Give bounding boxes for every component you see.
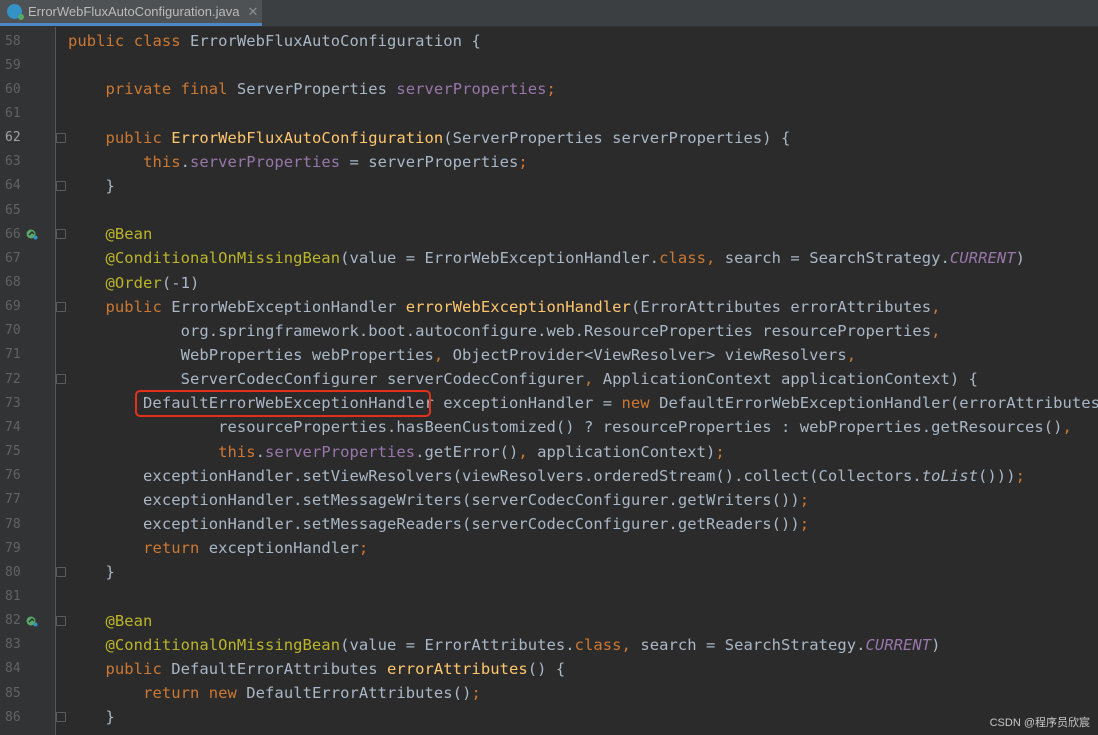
code-line[interactable]: 67 @ConditionalOnMissingBean(value = Err…: [0, 246, 1098, 270]
fold-marker-icon[interactable]: [56, 301, 66, 312]
code-text: @Bean: [105, 611, 153, 630]
code-text: }: [68, 176, 115, 195]
line-number[interactable]: 83: [5, 637, 25, 652]
line-number[interactable]: 78: [5, 517, 25, 532]
code-text: @Order(-1): [105, 273, 200, 292]
code-line[interactable]: 75 this.serverProperties.getError(), app…: [0, 440, 1098, 464]
line-number[interactable]: 75: [5, 444, 25, 459]
watermark: CSDN @程序员欣宸: [989, 717, 1090, 729]
fold-marker-icon[interactable]: [56, 712, 66, 723]
code-line[interactable]: 64 }: [0, 174, 1098, 198]
line-number[interactable]: 82: [5, 613, 25, 628]
code-line[interactable]: 72 ServerCodecConfigurer serverCodecConf…: [0, 367, 1098, 391]
code-line[interactable]: 76 exceptionHandler.setViewResolvers(vie…: [0, 464, 1098, 488]
line-number[interactable]: 85: [5, 686, 25, 701]
code-text: WebProperties webProperties, ObjectProvi…: [68, 345, 857, 364]
line-number[interactable]: 71: [5, 347, 25, 362]
code-text: public DefaultErrorAttributes errorAttri…: [105, 659, 566, 678]
code-text: exceptionHandler.setViewResolvers(viewRe…: [68, 466, 1025, 485]
code-text: return new DefaultErrorAttributes();: [143, 684, 481, 703]
code-line[interactable]: 61: [0, 101, 1098, 125]
code-line[interactable]: 81: [0, 584, 1098, 608]
line-number[interactable]: 79: [5, 541, 25, 556]
code-line[interactable]: 66 @Bean: [0, 222, 1098, 246]
line-number[interactable]: 77: [5, 492, 25, 507]
code-text: @ConditionalOnMissingBean(value = ErrorA…: [105, 635, 941, 654]
code-editor[interactable]: 58 public class ErrorWebFluxAutoConfigura…: [0, 27, 1098, 735]
line-number[interactable]: 66: [5, 227, 25, 242]
fold-marker-icon[interactable]: [56, 180, 66, 191]
code-line[interactable]: 74 resourceProperties.hasBeenCustomized(…: [0, 415, 1098, 439]
code-text: }: [68, 708, 115, 727]
code-line[interactable]: 69 public ErrorWebExceptionHandler error…: [0, 295, 1098, 319]
editor-tab-bar: ErrorWebFluxAutoConfiguration.java ✕: [0, 0, 1098, 27]
fold-marker-icon[interactable]: [56, 229, 66, 240]
code-line[interactable]: 68 @Order(-1): [0, 271, 1098, 295]
fold-marker-icon[interactable]: [56, 132, 66, 143]
file-tab-title: ErrorWebFluxAutoConfiguration.java: [28, 4, 240, 19]
code-text: this.serverProperties = serverProperties…: [143, 152, 528, 171]
code-line[interactable]: 62 public ErrorWebFluxAutoConfiguration(…: [0, 126, 1098, 150]
code-text: @Bean: [105, 225, 153, 244]
line-number[interactable]: 68: [5, 275, 25, 290]
code-line[interactable]: 86 }: [0, 705, 1098, 729]
code-text: resourceProperties.hasBeenCustomized() ?…: [68, 418, 1072, 437]
fold-marker-icon[interactable]: [56, 374, 66, 385]
line-number[interactable]: 65: [5, 203, 25, 218]
code-text: this.serverProperties.getError(), applic…: [218, 442, 725, 461]
line-number[interactable]: 76: [5, 468, 25, 483]
code-line[interactable]: 71 WebProperties webProperties, ObjectPr…: [0, 343, 1098, 367]
close-icon[interactable]: ✕: [247, 4, 258, 20]
fold-marker-icon[interactable]: [56, 615, 66, 626]
code-text: exceptionHandler.setMessageWriters(serve…: [68, 490, 810, 509]
code-line[interactable]: 58 public class ErrorWebFluxAutoConfigura…: [0, 29, 1098, 53]
code-line[interactable]: 63 this.serverProperties = serverPropert…: [0, 150, 1098, 174]
code-line[interactable]: 84 public DefaultErrorAttributes errorAt…: [0, 657, 1098, 681]
java-class-icon: [7, 4, 24, 20]
line-number[interactable]: 60: [5, 82, 25, 97]
code-line[interactable]: 80 }: [0, 560, 1098, 584]
code-line[interactable]: 77 exceptionHandler.setMessageWriters(se…: [0, 488, 1098, 512]
fold-marker-icon[interactable]: [56, 567, 66, 578]
code-text: public ErrorWebExceptionHandler errorWeb…: [105, 297, 941, 316]
code-text: org.springframework.boot.autoconfigure.w…: [68, 321, 941, 340]
code-line[interactable]: 60 private final ServerProperties server…: [0, 77, 1098, 101]
line-number[interactable]: 84: [5, 661, 25, 676]
highlight-annotation-box: [135, 390, 431, 417]
line-number[interactable]: 62: [5, 130, 25, 145]
code-line[interactable]: 78 exceptionHandler.setMessageReaders(se…: [0, 512, 1098, 536]
line-number[interactable]: 73: [5, 396, 25, 411]
line-number[interactable]: 59: [5, 58, 25, 73]
code-line[interactable]: 83 @ConditionalOnMissingBean(value = Err…: [0, 633, 1098, 657]
code-line[interactable]: 82 @Bean: [0, 609, 1098, 633]
code-text: public class ErrorWebFluxAutoConfigurati…: [68, 32, 481, 50]
line-number[interactable]: 69: [5, 299, 25, 314]
file-tab[interactable]: ErrorWebFluxAutoConfiguration.java ✕: [0, 0, 262, 26]
line-number[interactable]: 70: [5, 323, 25, 338]
line-number[interactable]: 67: [5, 251, 25, 266]
code-line[interactable]: 79 return exceptionHandler;: [0, 536, 1098, 560]
line-number[interactable]: 74: [5, 420, 25, 435]
line-number[interactable]: 64: [5, 178, 25, 193]
code-text: return exceptionHandler;: [143, 539, 369, 558]
code-text: public ErrorWebFluxAutoConfiguration(Ser…: [105, 128, 791, 147]
line-number[interactable]: 81: [5, 589, 25, 604]
code-text: }: [68, 563, 115, 582]
line-number[interactable]: 72: [5, 372, 25, 387]
code-line[interactable]: 70 org.springframework.boot.autoconfigur…: [0, 319, 1098, 343]
spring-bean-gutter-icon[interactable]: [26, 228, 38, 240]
code-text: private final ServerProperties serverPro…: [105, 80, 556, 99]
line-number[interactable]: 58: [5, 34, 25, 49]
spring-bean-gutter-icon[interactable]: [26, 615, 38, 627]
line-number[interactable]: 86: [5, 710, 25, 725]
code-line[interactable]: 65: [0, 198, 1098, 222]
code-text: ServerCodecConfigurer serverCodecConfigu…: [68, 370, 979, 389]
code-line[interactable]: 59: [0, 53, 1098, 77]
code-text: @ConditionalOnMissingBean(value = ErrorW…: [105, 249, 1025, 268]
code-line[interactable]: 85 return new DefaultErrorAttributes();: [0, 681, 1098, 705]
code-text: exceptionHandler.setMessageReaders(serve…: [68, 515, 810, 533]
line-number[interactable]: 61: [5, 106, 25, 121]
line-number[interactable]: 63: [5, 154, 25, 169]
line-number[interactable]: 80: [5, 565, 25, 580]
